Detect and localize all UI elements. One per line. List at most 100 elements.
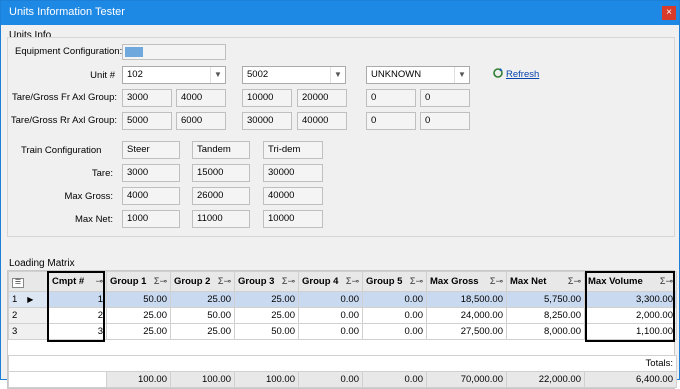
fr-gross-1[interactable]: 4000: [176, 89, 226, 107]
maxgross-tandem[interactable]: 26000: [192, 187, 250, 205]
column-chooser-icon: ☰: [12, 277, 24, 288]
col-label: Group 3: [238, 276, 275, 287]
train-steer[interactable]: Steer: [122, 141, 180, 159]
col-header-group5[interactable]: Group 5 Σ⊸: [362, 271, 427, 292]
cell-max-gross[interactable]: 27,500.00: [426, 323, 507, 340]
col-header-group4[interactable]: Group 4 Σ⊸: [298, 271, 363, 292]
cell-group3[interactable]: 50.00: [234, 323, 299, 340]
cell-group4[interactable]: 0.00: [298, 291, 363, 308]
cell-group5[interactable]: 0.00: [362, 291, 427, 308]
col-label: Group 1: [110, 276, 147, 287]
rr-gross-2[interactable]: 40000: [297, 112, 347, 130]
row-selector-header[interactable]: ☰: [8, 271, 49, 292]
col-header-group2[interactable]: Group 2 Σ⊸: [170, 271, 235, 292]
cell-max-net[interactable]: 8,250.00: [506, 307, 585, 324]
cell-max-net[interactable]: 5,750.00: [506, 291, 585, 308]
tare-steer[interactable]: 3000: [122, 164, 180, 182]
col-label: Group 5: [366, 276, 403, 287]
loading-matrix-label: Loading Matrix: [9, 258, 75, 269]
rr-tare-3[interactable]: 0: [366, 112, 416, 130]
col-label: Max Net: [510, 276, 547, 287]
maxgross-steer[interactable]: 4000: [122, 187, 180, 205]
cell-group5[interactable]: 0.00: [362, 323, 427, 340]
rr-gross-1[interactable]: 6000: [176, 112, 226, 130]
row-header[interactable]: 3: [8, 323, 49, 340]
cell-group1[interactable]: 25.00: [106, 323, 171, 340]
cell-max-gross[interactable]: 24,000.00: [426, 307, 507, 324]
train-tandem[interactable]: Tandem: [192, 141, 250, 159]
fr-tare-3[interactable]: 0: [366, 89, 416, 107]
tare-tridem[interactable]: 30000: [263, 164, 323, 182]
row-header[interactable]: 2: [8, 307, 49, 324]
spacer-row: [9, 340, 677, 356]
sigma-pin-icon[interactable]: Σ⊸: [346, 276, 359, 287]
col-header-group3[interactable]: Group 3 Σ⊸: [234, 271, 299, 292]
max-volume-column-highlight: [585, 271, 675, 342]
sigma-pin-icon[interactable]: Σ⊸: [410, 276, 423, 287]
sigma-pin-icon[interactable]: Σ⊸: [218, 276, 231, 287]
rr-gross-3[interactable]: 0: [420, 112, 470, 130]
table-row[interactable]: 3 3 25.00 25.00 50.00 0.00 0.00 27,500.0…: [8, 323, 677, 340]
col-header-max-gross[interactable]: Max Gross Σ⊸: [426, 271, 507, 292]
equipment-color-field[interactable]: [122, 44, 226, 60]
rr-tare-1[interactable]: 5000: [122, 112, 172, 130]
sigma-pin-icon[interactable]: Σ⊸: [282, 276, 295, 287]
refresh-icon: [493, 68, 503, 78]
close-button[interactable]: ×: [662, 6, 676, 20]
train-config-label: Train Configuration: [21, 145, 102, 156]
totals-label: Totals:: [8, 355, 677, 372]
loading-matrix-table: ☰ Cmpt # ⊸ Group 1 Σ⊸ Group 2 Σ⊸ Group 3 Σ⊸ …: [8, 271, 677, 388]
equipment-color-chip: [125, 47, 143, 57]
rr-tare-2[interactable]: 30000: [242, 112, 292, 130]
sigma-pin-icon[interactable]: Σ⊸: [490, 276, 503, 287]
rr-axle-label: Tare/Gross Rr Axl Group:: [10, 115, 117, 126]
tare-label: Tare:: [91, 168, 113, 179]
maxnet-tandem[interactable]: 11000: [192, 210, 250, 228]
maxnet-steer[interactable]: 1000: [122, 210, 180, 228]
cell-group2[interactable]: 25.00: [170, 323, 235, 340]
cmpt-column-highlight: [47, 271, 105, 342]
cell-group4[interactable]: 0.00: [298, 307, 363, 324]
table-row[interactable]: 2 2 25.00 50.00 25.00 0.00 0.00 24,000.0…: [8, 307, 677, 324]
fr-gross-3[interactable]: 0: [420, 89, 470, 107]
sigma-pin-icon[interactable]: Σ⊸: [154, 276, 167, 287]
current-row-icon: ▶: [27, 295, 34, 304]
refresh-label: Refresh: [506, 69, 540, 80]
unit-combo-3[interactable]: UNKNOWN ▼: [366, 66, 470, 84]
tare-tandem[interactable]: 15000: [192, 164, 250, 182]
unit-combo-1[interactable]: 102 ▼: [122, 66, 226, 84]
cell-group3[interactable]: 25.00: [234, 291, 299, 308]
unit-combo-2-value: 5002: [247, 69, 269, 80]
maxnet-tridem[interactable]: 10000: [263, 210, 323, 228]
row-header[interactable]: 1 ▶: [8, 291, 49, 308]
cell-group5[interactable]: 0.00: [362, 307, 427, 324]
unit-combo-2[interactable]: 5002 ▼: [242, 66, 346, 84]
fr-gross-2[interactable]: 20000: [297, 89, 347, 107]
col-header-max-net[interactable]: Max Net Σ⊸: [506, 271, 585, 292]
chevron-down-icon: ▼: [330, 67, 345, 83]
row-number: 1: [12, 294, 18, 305]
train-tridem[interactable]: Tri-dem: [263, 141, 323, 159]
cell-max-gross[interactable]: 18,500.00: [426, 291, 507, 308]
fr-tare-2[interactable]: 10000: [242, 89, 292, 107]
header-row: ☰ Cmpt # ⊸ Group 1 Σ⊸ Group 2 Σ⊸ Group 3 Σ⊸ …: [8, 271, 677, 292]
cell-max-net[interactable]: 8,000.00: [506, 323, 585, 340]
cell-group3[interactable]: 25.00: [234, 307, 299, 324]
table-row[interactable]: 1 ▶ 1 50.00 25.00 25.00 0.00 0.00 18,500.…: [8, 291, 677, 308]
col-header-group1[interactable]: Group 1 Σ⊸: [106, 271, 171, 292]
units-tester-window: Units Information Tester × Units Info Eq…: [0, 0, 680, 389]
cell-group4[interactable]: 0.00: [298, 323, 363, 340]
max-net-label: Max Net:: [74, 214, 113, 225]
sigma-pin-icon[interactable]: Σ⊸: [568, 276, 581, 287]
window-title: Units Information Tester: [9, 6, 125, 18]
cell-group2[interactable]: 25.00: [170, 291, 235, 308]
unit-combo-3-value: UNKNOWN: [371, 69, 422, 80]
cell-group1[interactable]: 25.00: [106, 307, 171, 324]
cell-group1[interactable]: 50.00: [106, 291, 171, 308]
maxgross-tridem[interactable]: 40000: [263, 187, 323, 205]
refresh-link[interactable]: Refresh: [492, 67, 539, 80]
fr-tare-1[interactable]: 3000: [122, 89, 172, 107]
col-label: Group 4: [302, 276, 339, 287]
unit-label: Unit #: [90, 70, 115, 81]
cell-group2[interactable]: 50.00: [170, 307, 235, 324]
